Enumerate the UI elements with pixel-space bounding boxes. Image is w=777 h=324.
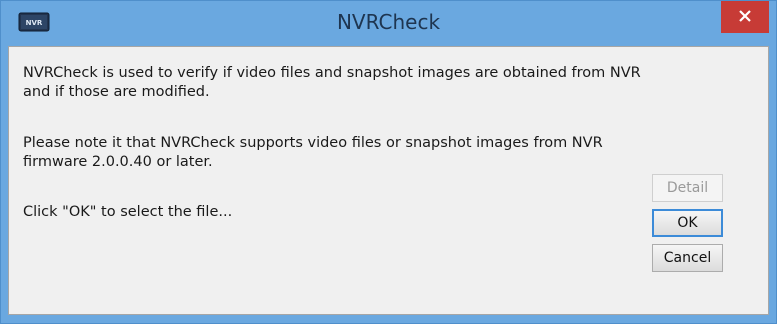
close-button[interactable]	[721, 1, 769, 33]
nvrcheck-dialog: NVR NVRCheck NVRCheck is used to verify …	[0, 0, 777, 324]
dialog-body: NVRCheck is used to verify if video file…	[8, 46, 769, 315]
detail-button[interactable]: Detail	[652, 174, 723, 202]
message-paragraph-instruction: Click "OK" to select the file...	[23, 204, 233, 220]
message-paragraph-intro: NVRCheck is used to verify if video file…	[23, 65, 641, 100]
cancel-button[interactable]: Cancel	[652, 244, 723, 272]
title-bar[interactable]: NVR NVRCheck	[1, 1, 776, 46]
message-paragraph-firmware-note: Please note it that NVRCheck supports vi…	[23, 135, 603, 170]
window-title: NVRCheck	[336, 10, 441, 34]
close-icon	[738, 8, 752, 27]
ok-button[interactable]: OK	[652, 209, 723, 237]
